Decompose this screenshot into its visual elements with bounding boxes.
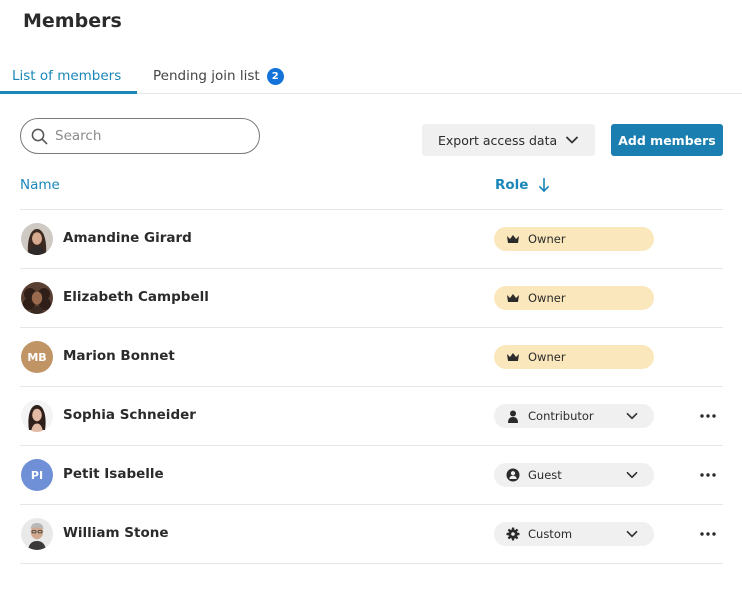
page-title: Members: [23, 10, 122, 32]
search-icon: [31, 128, 48, 144]
person-icon: [506, 409, 520, 423]
row-actions-button[interactable]: [698, 407, 718, 425]
tab-label: Pending join list: [153, 68, 260, 84]
role-label: Owner: [528, 291, 566, 305]
table-row: Elizabeth Campbell Owner: [20, 269, 723, 328]
active-tab-indicator: [0, 91, 137, 94]
export-access-data-button[interactable]: Export access data: [422, 124, 595, 156]
chevron-down-icon: [566, 136, 578, 144]
search-box[interactable]: [20, 118, 260, 154]
column-header-role-label: Role: [495, 177, 529, 193]
role-badge: Owner: [494, 286, 654, 310]
add-members-button[interactable]: Add members: [611, 124, 723, 156]
crown-icon: [506, 232, 520, 246]
role-select[interactable]: Guest: [494, 463, 654, 487]
add-button-label: Add members: [618, 132, 716, 148]
column-header-name[interactable]: Name: [20, 177, 60, 193]
export-button-label: Export access data: [438, 132, 558, 148]
role-label: Contributor: [528, 409, 594, 423]
chevron-down-icon: [626, 471, 638, 479]
role-badge: Owner: [494, 227, 654, 251]
row-actions-button[interactable]: [698, 466, 718, 484]
column-header-role[interactable]: Role: [495, 177, 550, 193]
role-select[interactable]: Custom: [494, 522, 654, 546]
role-label: Owner: [528, 232, 566, 246]
avatar: PI: [21, 459, 53, 491]
member-name: Elizabeth Campbell: [63, 289, 209, 305]
role-label: Custom: [528, 527, 573, 541]
tab-pending-join-list[interactable]: Pending join list 2: [153, 68, 284, 85]
arrow-down-icon: [539, 177, 550, 192]
role-label: Owner: [528, 350, 566, 364]
table-row: MB Marion Bonnet Owner: [20, 328, 723, 387]
tab-list-of-members[interactable]: List of members: [12, 68, 121, 84]
member-name: William Stone: [63, 525, 169, 541]
more-horizontal-icon: [700, 532, 716, 536]
search-input[interactable]: [55, 128, 245, 144]
chevron-down-icon: [626, 530, 638, 538]
pending-count-badge: 2: [266, 68, 284, 85]
crown-icon: [506, 291, 520, 305]
role-label: Guest: [528, 468, 562, 482]
avatar: [21, 223, 53, 255]
more-horizontal-icon: [700, 414, 716, 418]
avatar: [21, 400, 53, 432]
chevron-down-icon: [626, 412, 638, 420]
role-badge: Owner: [494, 345, 654, 369]
tab-label: List of members: [12, 68, 122, 84]
member-name: Petit Isabelle: [63, 466, 164, 482]
table-row: PI Petit Isabelle Guest: [20, 446, 723, 505]
avatar: [21, 518, 53, 550]
role-select[interactable]: Contributor: [494, 404, 654, 428]
guest-icon: [506, 468, 520, 482]
table-row: William Stone Custom: [20, 505, 723, 564]
member-name: Amandine Girard: [63, 230, 192, 246]
table-row: Sophia Schneider Contributor: [20, 387, 723, 446]
row-actions-button[interactable]: [698, 525, 718, 543]
avatar-initials: PI: [30, 468, 44, 482]
member-name: Marion Bonnet: [63, 348, 175, 364]
table-row: Amandine Girard Owner: [20, 210, 723, 269]
avatar: MB: [21, 341, 53, 373]
avatar: [21, 282, 53, 314]
crown-icon: [506, 350, 520, 364]
tab-bar: List of members Pending join list 2: [0, 62, 742, 94]
more-horizontal-icon: [700, 473, 716, 477]
member-name: Sophia Schneider: [63, 407, 196, 423]
gear-icon: [506, 527, 520, 541]
avatar-initials: MB: [27, 350, 47, 364]
